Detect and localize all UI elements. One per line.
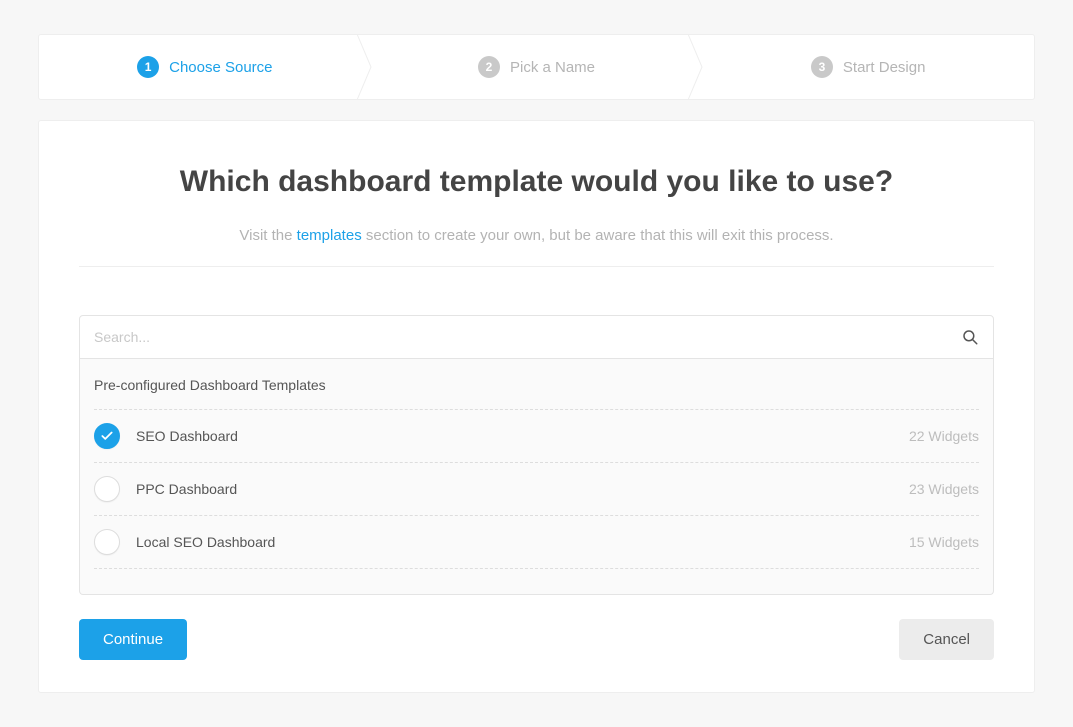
search-icon[interactable]	[961, 328, 979, 346]
template-item[interactable]: PPC Dashboard 23 Widgets	[94, 463, 979, 516]
step-choose-source[interactable]: 1 Choose Source	[39, 35, 371, 99]
template-item[interactable]: Local SEO Dashboard 15 Widgets	[94, 516, 979, 569]
template-label: Local SEO Dashboard	[136, 534, 909, 550]
step-label: Choose Source	[169, 59, 272, 76]
template-panel: Which dashboard template would you like …	[38, 120, 1035, 693]
step-number: 2	[478, 56, 500, 78]
check-icon	[100, 429, 114, 443]
step-pick-name[interactable]: 2 Pick a Name	[371, 35, 703, 99]
search-input[interactable]	[94, 329, 961, 345]
subtitle-prefix: Visit the	[239, 227, 296, 244]
action-row: Continue Cancel	[79, 619, 994, 660]
template-widget-count: 23 Widgets	[909, 481, 979, 497]
template-label: PPC Dashboard	[136, 481, 909, 497]
step-label: Start Design	[843, 59, 926, 76]
cancel-button[interactable]: Cancel	[899, 619, 994, 660]
template-group-header: Pre-configured Dashboard Templates	[94, 359, 979, 410]
divider	[79, 266, 994, 267]
step-label: Pick a Name	[510, 59, 595, 76]
continue-button[interactable]: Continue	[79, 619, 187, 660]
step-start-design[interactable]: 3 Start Design	[702, 35, 1034, 99]
template-widget-count: 22 Widgets	[909, 428, 979, 444]
radio-button[interactable]	[94, 476, 120, 502]
radio-button[interactable]	[94, 423, 120, 449]
template-item[interactable]: SEO Dashboard 22 Widgets	[94, 410, 979, 463]
radio-button[interactable]	[94, 529, 120, 555]
page-subtitle: Visit the templates section to create yo…	[79, 227, 994, 244]
step-number: 1	[137, 56, 159, 78]
template-list[interactable]: Pre-configured Dashboard Templates SEO D…	[79, 359, 994, 595]
step-number: 3	[811, 56, 833, 78]
subtitle-suffix: section to create your own, but be aware…	[362, 227, 834, 244]
templates-link[interactable]: templates	[297, 227, 362, 244]
search-wrap	[79, 315, 994, 359]
wizard-steps: 1 Choose Source 2 Pick a Name 3 Start De…	[38, 34, 1035, 100]
template-label: SEO Dashboard	[136, 428, 909, 444]
page-title: Which dashboard template would you like …	[79, 165, 994, 199]
template-widget-count: 15 Widgets	[909, 534, 979, 550]
